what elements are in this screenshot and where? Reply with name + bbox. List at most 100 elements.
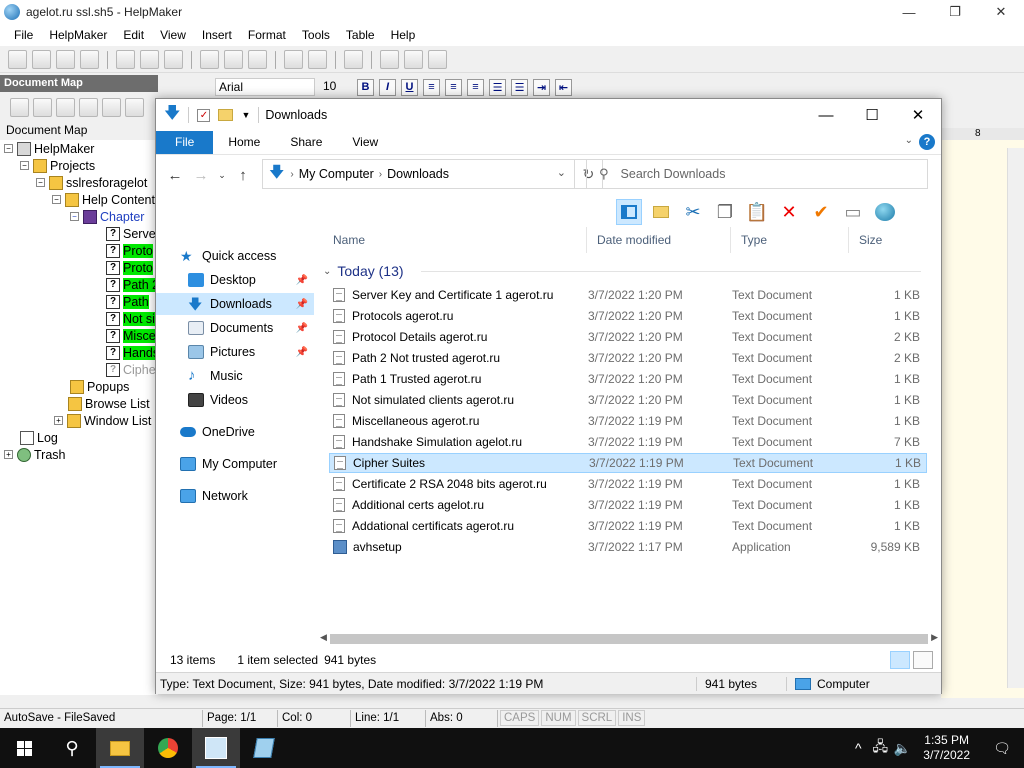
chevron-down-icon[interactable]: ⌄ (323, 266, 331, 277)
column-name[interactable]: Name (323, 227, 587, 253)
collapse-icon[interactable]: − (20, 161, 29, 170)
collapse-icon[interactable]: − (52, 195, 61, 204)
menu-format[interactable]: Format (240, 28, 294, 42)
taskbar-chrome[interactable] (144, 728, 192, 768)
tree-topic[interactable]: ? Hands (106, 344, 158, 361)
volume-icon[interactable]: 🔈 (891, 740, 913, 757)
recent-locations-icon[interactable]: ⌄ (214, 170, 230, 181)
customize-quick-access-icon[interactable]: ▼ (241, 110, 250, 120)
nav-downloads[interactable]: 🡇 Downloads 📌 (156, 293, 314, 315)
scroll-right-icon[interactable]: ▶ (931, 632, 938, 643)
align-left-icon[interactable]: ≡ (423, 78, 440, 96)
tree-node-chapter[interactable]: − Chapter (70, 208, 144, 225)
help-icon[interactable] (404, 50, 423, 69)
scrollbar-thumb[interactable] (330, 634, 928, 644)
properties-icon[interactable] (344, 50, 363, 69)
globe-icon[interactable] (872, 199, 898, 225)
tab-view[interactable]: View (337, 131, 393, 154)
redo-icon[interactable] (308, 50, 327, 69)
back-arrow-icon[interactable]: ← (162, 167, 188, 184)
file-row[interactable]: Path 1 Trusted agerot.ru 3/7/2022 1:20 PM… (329, 369, 927, 389)
clock[interactable]: 1:35 PM 3/7/2022 (913, 733, 980, 763)
tree-node[interactable]: − HelpMaker (4, 140, 94, 157)
forward-arrow-icon[interactable]: → (188, 167, 214, 184)
font-family-select[interactable]: Arial (215, 78, 315, 96)
close-button[interactable]: ✕ (895, 99, 941, 131)
nav-desktop[interactable]: Desktop 📌 (156, 269, 314, 291)
align-right-icon[interactable]: ≡ (467, 78, 484, 96)
print-icon[interactable] (116, 50, 135, 69)
nav-pictures[interactable]: Pictures 📌 (156, 341, 314, 363)
tree-node[interactable]: Browse List (68, 395, 150, 412)
nav-videos[interactable]: Videos (156, 389, 314, 411)
new-folder-icon[interactable] (218, 109, 234, 121)
column-date-modified[interactable]: Date modified (587, 227, 731, 253)
editor-vertical-scrollbar[interactable] (1007, 148, 1024, 688)
tree-topic[interactable]: ? Misce (106, 327, 156, 344)
delete-icon[interactable]: ✕ (776, 199, 802, 225)
file-row[interactable]: Not simulated clients agerot.ru 3/7/2022 … (329, 390, 927, 410)
pin-icon[interactable]: 📌 (296, 323, 308, 334)
tree-node[interactable]: Log (20, 429, 58, 446)
expand-icon[interactable]: + (4, 450, 13, 459)
details-view-icon[interactable] (890, 651, 910, 669)
file-row[interactable]: Path 2 Not trusted agerot.ru 3/7/2022 1:2… (329, 348, 927, 368)
file-row[interactable]: Server Key and Certificate 1 agerot.ru 3/… (329, 285, 927, 305)
search-input[interactable]: ⚲ Search Downloads (586, 159, 928, 189)
tab-share[interactable]: Share (275, 131, 337, 154)
menu-helpmaker[interactable]: HelpMaker (41, 28, 115, 42)
pin-icon[interactable]: 📌 (296, 299, 308, 310)
large-icons-view-icon[interactable] (913, 651, 933, 669)
menu-insert[interactable]: Insert (194, 28, 240, 42)
chevron-down-icon[interactable]: ⌄ (557, 166, 566, 179)
network-icon[interactable]: 🖧 (869, 736, 891, 760)
expand-ribbon-icon[interactable]: ⌄ (905, 135, 913, 146)
breadcrumb-downloads[interactable]: Downloads (387, 167, 449, 181)
tree-node[interactable]: − Projects (20, 157, 95, 174)
chevron-right-icon[interactable]: › (290, 169, 293, 180)
paste-icon[interactable] (248, 50, 267, 69)
book-icon[interactable] (428, 50, 447, 69)
nav-documents[interactable]: Documents 📌 (156, 317, 314, 339)
align-center-icon[interactable]: ≡ (445, 78, 462, 96)
folder-options-icon[interactable] (648, 199, 674, 225)
file-row[interactable]: Miscellaneous agerot.ru 3/7/2022 1:19 PM T… (329, 411, 927, 431)
collapse-icon[interactable]: − (36, 178, 45, 187)
tree-node[interactable]: + Trash (4, 446, 66, 463)
breadcrumb-my-computer[interactable]: My Computer (299, 167, 374, 181)
column-size[interactable]: Size (849, 227, 931, 253)
maximize-button[interactable]: ☐ (849, 99, 895, 131)
tree-topic[interactable]: ? Ciphe (106, 361, 156, 378)
file-row[interactable]: Certificate 2 RSA 2048 bits agerot.ru 3/7… (329, 474, 927, 494)
file-row[interactable]: Protocols agerot.ru 3/7/2022 1:20 PM Text … (329, 306, 927, 326)
build-icon[interactable] (380, 50, 399, 69)
minimize-button[interactable]: — (886, 0, 932, 24)
new-document-icon[interactable] (8, 50, 27, 69)
edit-topic-icon[interactable] (33, 97, 52, 117)
tree-topic[interactable]: ? Proto (106, 259, 153, 276)
numbered-list-icon[interactable]: ☰ (511, 78, 528, 96)
properties-checkbox-icon[interactable]: ✓ (197, 108, 211, 122)
scroll-left-icon[interactable]: ◀ (320, 632, 327, 643)
tab-home[interactable]: Home (213, 131, 275, 154)
restore-button[interactable]: ❐ (932, 0, 978, 24)
indent-icon[interactable]: ⇥ (533, 78, 550, 96)
expand-icon[interactable]: + (54, 416, 63, 425)
copy-icon[interactable]: ❐ (712, 199, 738, 225)
tree-topic[interactable]: ? Path 2 (106, 276, 158, 293)
help-icon[interactable]: ? (919, 134, 935, 150)
editor-area[interactable]: 8 (941, 128, 1024, 698)
taskbar-notepad[interactable] (240, 728, 288, 768)
pin-icon[interactable]: 📌 (296, 275, 308, 286)
taskbar-file-explorer[interactable] (96, 728, 144, 768)
underline-button[interactable]: U (401, 78, 418, 96)
minimize-button[interactable]: — (803, 99, 849, 131)
font-size-select[interactable]: 10 (320, 78, 352, 96)
rename-check-icon[interactable]: ✔ (808, 199, 834, 225)
nav-quick-access[interactable]: ★ Quick access (156, 245, 314, 267)
menu-table[interactable]: Table (338, 28, 383, 42)
collapse-icon[interactable]: − (4, 144, 13, 153)
bullet-list-icon[interactable]: ☰ (489, 78, 506, 96)
tree-topic[interactable]: ? Serve (106, 225, 156, 242)
tab-file[interactable]: File (156, 131, 214, 154)
